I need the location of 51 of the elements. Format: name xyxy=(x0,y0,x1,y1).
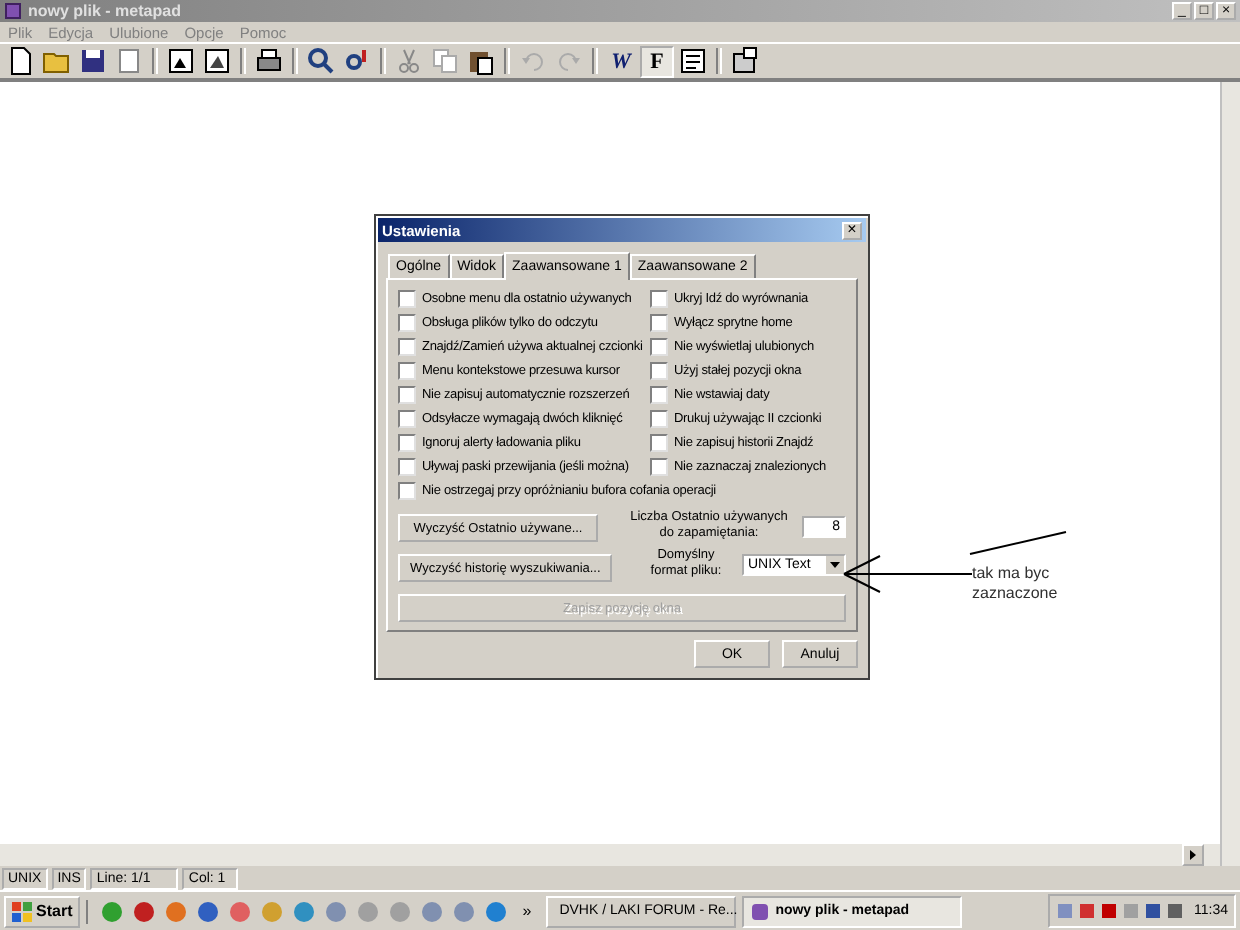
font-button[interactable]: F xyxy=(640,45,674,77)
more-button[interactable]: » xyxy=(514,902,540,920)
checkbox[interactable] xyxy=(650,410,668,428)
quick-launch-icon[interactable] xyxy=(164,899,189,923)
image-icon[interactable] xyxy=(166,46,196,76)
horizontal-scrollbar[interactable] xyxy=(0,844,1220,866)
annotation-text: tak ma byc zaznaczone xyxy=(972,564,1060,604)
checkbox[interactable] xyxy=(650,458,668,476)
quick-launch-icon[interactable] xyxy=(132,899,157,923)
quick-launch-icon[interactable] xyxy=(484,899,509,923)
close-button[interactable]: × xyxy=(842,221,862,239)
quick-launch-icon[interactable] xyxy=(452,899,477,923)
quick-launch-icon[interactable] xyxy=(292,899,317,923)
annotation-arrow-drawing xyxy=(842,552,974,596)
annotation-line xyxy=(968,530,1068,556)
checkbox[interactable] xyxy=(398,410,416,428)
print-icon[interactable] xyxy=(254,46,284,76)
start-button[interactable]: Start xyxy=(4,895,81,927)
picture-icon[interactable] xyxy=(202,46,232,76)
checkbox[interactable] xyxy=(398,386,416,404)
checkbox[interactable] xyxy=(398,338,416,356)
checkbox[interactable] xyxy=(650,338,668,356)
app-icon xyxy=(749,901,770,921)
checkbox[interactable] xyxy=(650,362,668,380)
quick-launch-icon[interactable] xyxy=(420,899,445,923)
quick-launch-icon[interactable] xyxy=(196,899,221,923)
checkbox[interactable] xyxy=(650,290,668,308)
window-title: nowy plik - metapad xyxy=(28,2,183,20)
checkbox[interactable] xyxy=(398,482,416,500)
vertical-scrollbar[interactable] xyxy=(1220,82,1240,866)
search-icon[interactable] xyxy=(306,46,336,76)
new-file-icon[interactable] xyxy=(6,46,36,76)
paste-icon[interactable] xyxy=(466,46,496,76)
windows-logo-icon xyxy=(12,901,32,921)
checkbox[interactable] xyxy=(398,314,416,332)
dropdown-arrow-icon[interactable] xyxy=(826,555,844,573)
cut-icon[interactable] xyxy=(394,46,424,76)
save-icon[interactable] xyxy=(78,46,108,76)
list-icon[interactable] xyxy=(678,46,708,76)
quick-launch-icon[interactable] xyxy=(324,899,349,923)
quick-launch-icon[interactable] xyxy=(100,899,125,923)
quick-launch-icon[interactable] xyxy=(228,899,253,923)
checkbox[interactable] xyxy=(650,434,668,452)
word-wrap-button[interactable]: W xyxy=(604,45,638,77)
checkbox[interactable] xyxy=(650,314,668,332)
checkbox[interactable] xyxy=(398,458,416,476)
app-icon xyxy=(4,2,22,20)
checkbox[interactable] xyxy=(398,434,416,452)
checkbox[interactable] xyxy=(398,362,416,380)
checkbox[interactable] xyxy=(650,386,668,404)
checkbox[interactable] xyxy=(398,290,416,308)
